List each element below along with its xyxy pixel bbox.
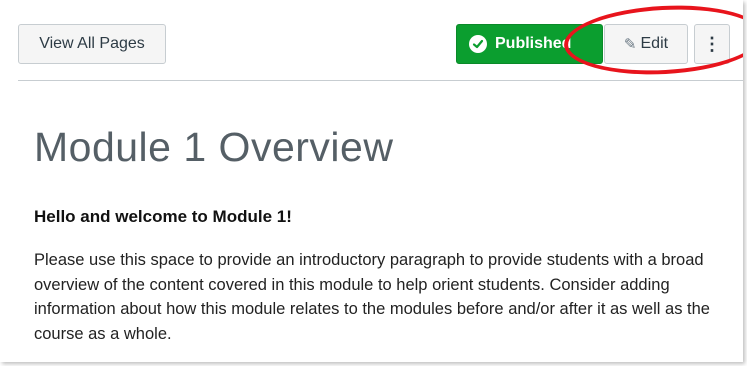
pencil-icon: ✎ bbox=[623, 36, 637, 53]
page-title: Module 1 Overview bbox=[34, 124, 394, 170]
view-all-pages-button[interactable]: View All Pages bbox=[18, 24, 166, 64]
published-label: Published bbox=[495, 35, 572, 52]
page-toolbar: View All Pages Published ✎ Edit ⋮ bbox=[18, 24, 743, 81]
intro-paragraph: Please use this space to provide an intr… bbox=[34, 251, 710, 343]
welcome-heading: Hello and welcome to Module 1! bbox=[34, 207, 292, 226]
edit-label: Edit bbox=[640, 35, 669, 52]
more-options-button[interactable]: ⋮ bbox=[694, 24, 730, 64]
view-all-pages-label: View All Pages bbox=[39, 35, 145, 52]
page-frame: View All Pages Published ✎ Edit ⋮ Module… bbox=[0, 0, 743, 362]
more-vertical-icon: ⋮ bbox=[703, 33, 721, 54]
edit-button[interactable]: ✎ Edit bbox=[604, 24, 688, 64]
check-circle-icon bbox=[469, 35, 487, 53]
published-button[interactable]: Published bbox=[456, 24, 603, 64]
